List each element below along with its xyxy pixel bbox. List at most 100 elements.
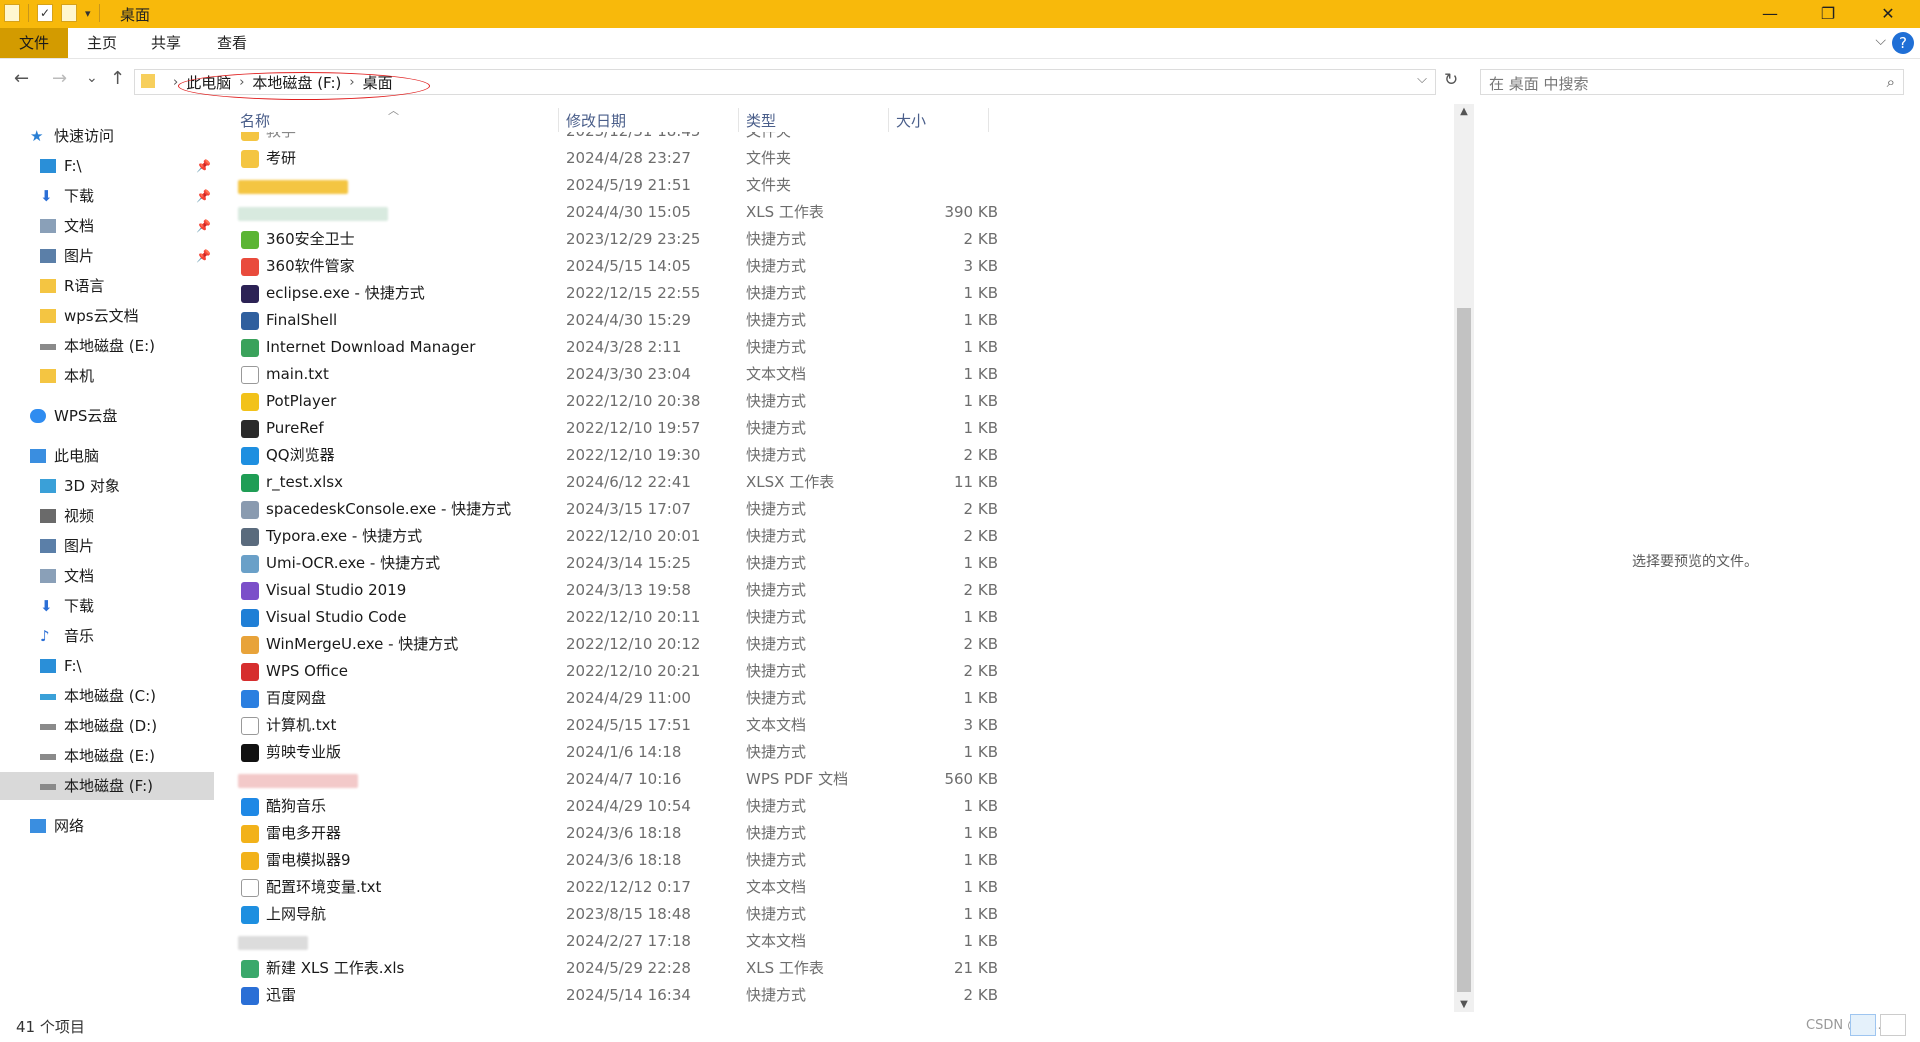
list-item[interactable]: PureRef 2022/12/10 19:57 快捷方式 1 KB [218,415,1458,442]
forward-button[interactable]: → [52,68,67,89]
sidebar-item[interactable]: 本地磁盘 (C:) [0,682,214,710]
scroll-up-icon[interactable]: ▲ [1454,106,1474,117]
sidebar-item[interactable]: 本地磁盘 (F:) [0,772,214,800]
sidebar-item[interactable]: ⬇ 下载 📌 [0,182,214,210]
sidebar-item[interactable]: 此电脑 [0,442,214,470]
scrollbar-thumb[interactable] [1457,308,1471,992]
recent-locations-button[interactable]: ⌄ [86,70,98,86]
sidebar-item[interactable]: F:\ 📌 [0,152,214,180]
details-view-icon[interactable] [1850,1014,1876,1036]
column-header-type[interactable]: 类型 [746,110,776,131]
list-item[interactable]: Typora.exe - 快捷方式 2022/12/10 20:01 快捷方式 2 K… [218,523,1458,550]
sidebar-item[interactable]: 图片 📌 [0,242,214,270]
customize-toolbar-icon[interactable]: ▾ [85,7,91,20]
column-divider[interactable] [738,108,739,132]
list-item[interactable]: Umi-OCR.exe - 快捷方式 2024/3/14 15:25 快捷方式 1 K… [218,550,1458,577]
sidebar-item[interactable]: ⬇ 下载 [0,592,214,620]
sidebar-item[interactable]: F:\ [0,652,214,680]
list-item[interactable]: 酷狗音乐 2024/4/29 10:54 快捷方式 1 KB [218,793,1458,820]
minimize-button[interactable]: — [1742,0,1798,28]
new-folder-icon[interactable] [61,4,77,22]
list-item[interactable]: 360软件管家 2024/5/15 14:05 快捷方式 3 KB [218,253,1458,280]
sidebar-item[interactable]: 网络 [0,812,214,840]
list-item[interactable]: 360安全卫士 2023/12/29 23:25 快捷方式 2 KB [218,226,1458,253]
help-icon[interactable]: ? [1892,32,1914,54]
expand-ribbon-icon[interactable]: ⌵ [1875,33,1886,49]
sidebar-item[interactable]: 文档 📌 [0,212,214,240]
search-placeholder: 在 桌面 中搜索 [1489,75,1589,93]
back-button[interactable]: ← [14,68,29,89]
list-item[interactable]: Visual Studio 2019 2024/3/13 19:58 快捷方式 2 K… [218,577,1458,604]
sidebar-item[interactable]: ♪ 音乐 [0,622,214,650]
list-item[interactable]: 2024/2/27 17:18 文本文档 1 KB [218,928,1458,955]
column-divider[interactable] [558,108,559,132]
list-item[interactable]: 2024/4/30 15:05 XLS 工作表 390 KB [218,199,1458,226]
column-header-name[interactable]: 名称 [240,110,270,131]
list-item[interactable]: 2024/5/19 21:51 文件夹 [218,172,1458,199]
list-item[interactable]: spacedeskConsole.exe - 快捷方式 2024/3/15 17:… [218,496,1458,523]
properties-icon[interactable]: ✓ [37,4,53,22]
file-date: 2024/4/7 10:16 [566,770,682,788]
tab-view[interactable]: 查看 [208,28,256,58]
refresh-button[interactable]: ↻ [1444,70,1458,90]
tab-file[interactable]: 文件 [0,28,68,58]
file-date: 2022/12/15 22:55 [566,284,701,302]
list-item[interactable]: Visual Studio Code 2022/12/10 20:11 快捷方式 1 … [218,604,1458,631]
column-divider[interactable] [888,108,889,132]
list-item[interactable]: 考研 2024/4/28 23:27 文件夹 [218,145,1458,172]
pin-icon[interactable]: 📌 [196,152,211,180]
list-item[interactable]: QQ浏览器 2022/12/10 19:30 快捷方式 2 KB [218,442,1458,469]
pin-icon[interactable]: 📌 [196,182,211,210]
tab-share[interactable]: 共享 [142,28,190,58]
search-input[interactable]: 在 桌面 中搜索 ⌕ [1480,69,1904,95]
list-item[interactable]: 新建 XLS 工作表.xls 2024/5/29 22:28 XLS 工作表 21 K… [218,955,1458,982]
list-item[interactable]: WPS Office 2022/12/10 20:21 快捷方式 2 KB [218,658,1458,685]
sidebar-item[interactable]: 文档 [0,562,214,590]
sidebar-item[interactable]: 3D 对象 [0,472,214,500]
address-dropdown-icon[interactable]: ⌵ [1417,72,1427,87]
list-item[interactable]: 上网导航 2023/8/15 18:48 快捷方式 1 KB [218,901,1458,928]
sidebar-item[interactable]: wps云文档 [0,302,214,330]
column-header-date[interactable]: 修改日期 [566,110,626,131]
tab-home[interactable]: 主页 [78,28,126,58]
list-item[interactable]: 百度网盘 2024/4/29 11:00 快捷方式 1 KB [218,685,1458,712]
list-item[interactable]: Internet Download Manager 2024/3/28 2:11 快… [218,334,1458,361]
vertical-scrollbar[interactable]: ▲ ▼ [1454,104,1474,1012]
maximize-button[interactable]: ❐ [1800,0,1856,28]
sidebar-item[interactable]: 图片 [0,532,214,560]
sidebar-item[interactable]: R语言 [0,272,214,300]
list-item[interactable]: FinalShell 2024/4/30 15:29 快捷方式 1 KB [218,307,1458,334]
folder-icon[interactable] [4,4,20,22]
sidebar-item[interactable]: ★ 快速访问 [0,122,214,150]
pin-icon[interactable]: 📌 [196,212,211,240]
large-icons-view-icon[interactable] [1880,1014,1906,1036]
list-item[interactable]: 迅雷 2024/5/14 16:34 快捷方式 2 KB [218,982,1458,1009]
up-button[interactable]: ↑ [110,68,125,89]
list-item[interactable]: 剪映专业版 2024/1/6 14:18 快捷方式 1 KB [218,739,1458,766]
column-header-size[interactable]: 大小 [896,110,926,131]
list-item[interactable]: WinMergeU.exe - 快捷方式 2022/12/10 20:12 快捷方式… [218,631,1458,658]
file-date: 2024/1/6 14:18 [566,743,682,761]
list-item[interactable]: 雷电多开器 2024/3/6 18:18 快捷方式 1 KB [218,820,1458,847]
list-item[interactable]: 教学 2023/12/31 18:45 文件夹 [218,132,1458,145]
sidebar-item[interactable]: WPS云盘 [0,402,214,430]
column-divider[interactable] [988,108,989,132]
list-item[interactable]: 2024/4/7 10:16 WPS PDF 文档 560 KB [218,766,1458,793]
list-item[interactable]: r_test.xlsx 2024/6/12 22:41 XLSX 工作表 11 KB [218,469,1458,496]
pin-icon[interactable]: 📌 [196,242,211,270]
list-item[interactable]: PotPlayer 2022/12/10 20:38 快捷方式 1 KB [218,388,1458,415]
scroll-down-icon[interactable]: ▼ [1454,999,1474,1010]
sidebar-item[interactable]: 本地磁盘 (D:) [0,712,214,740]
close-button[interactable]: ✕ [1860,0,1916,28]
sidebar-item[interactable]: 本地磁盘 (E:) [0,332,214,360]
list-item[interactable]: 雷电模拟器9 2024/3/6 18:18 快捷方式 1 KB [218,847,1458,874]
list-item[interactable]: 计算机.txt 2024/5/15 17:51 文本文档 3 KB [218,712,1458,739]
list-item[interactable]: 配置环境变量.txt 2022/12/12 0:17 文本文档 1 KB [218,874,1458,901]
sidebar-item[interactable]: 视频 [0,502,214,530]
sidebar-item[interactable]: 本机 [0,362,214,390]
search-icon[interactable]: ⌕ [1887,73,1895,91]
list-item[interactable]: main.txt 2024/3/30 23:04 文本文档 1 KB [218,361,1458,388]
sidebar-item[interactable]: 本地磁盘 (E:) [0,742,214,770]
app-store-icon [241,258,259,276]
list-item[interactable]: eclipse.exe - 快捷方式 2022/12/15 22:55 快捷方式 1 … [218,280,1458,307]
